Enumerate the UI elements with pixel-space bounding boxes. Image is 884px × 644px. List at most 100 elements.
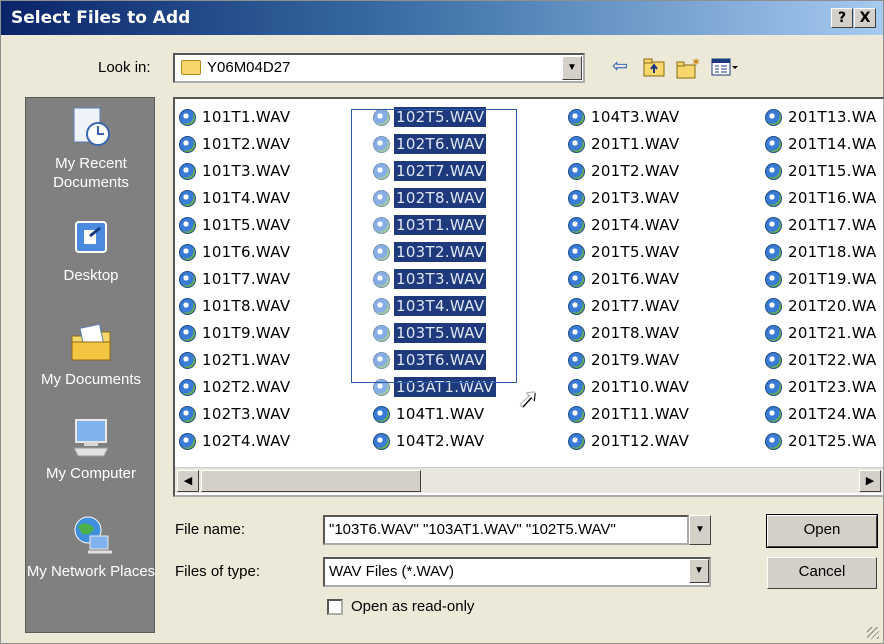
wav-file-icon [373, 271, 390, 288]
up-folder-icon[interactable] [641, 57, 667, 82]
view-menu-icon[interactable] [711, 57, 738, 82]
file-type-dropdown[interactable]: WAV Files (*.WAV) ▼ [323, 557, 711, 587]
place-label-recent: My Recent Documents [53, 155, 129, 191]
wav-file-icon [765, 379, 782, 396]
wav-file-icon [179, 352, 196, 369]
file-name: 201T11.WAV [591, 405, 690, 423]
wav-file-icon [765, 433, 782, 450]
file-name: 201T20.WA [788, 297, 877, 315]
new-folder-icon[interactable]: ✶ [675, 55, 701, 84]
network-places-icon [68, 512, 114, 558]
wav-file-icon [373, 190, 390, 207]
file-name: 201T15.WA [788, 162, 877, 180]
place-my-documents[interactable]: My Documents [26, 320, 156, 389]
wav-file-icon [765, 190, 782, 207]
file-name: 201T12.WAV [591, 432, 690, 450]
file-name: 102T6.WAV [394, 134, 487, 154]
file-name: 103AT1.WAV [394, 377, 496, 397]
place-label-desktop: Desktop [63, 267, 119, 284]
read-only-checkbox[interactable] [327, 599, 343, 615]
place-desktop[interactable]: Desktop [26, 216, 156, 285]
look-in-value: Y06M04D27 [207, 59, 291, 76]
open-button[interactable]: Open [766, 514, 878, 548]
wav-file-icon [568, 433, 585, 450]
wav-file-icon [765, 298, 782, 315]
file-name: 201T16.WA [788, 189, 877, 207]
read-only-label: Open as read-only [351, 598, 475, 615]
file-name: 104T2.WAV [396, 432, 485, 450]
wav-file-icon [179, 217, 196, 234]
wav-file-icon [179, 379, 196, 396]
my-computer-icon [68, 414, 114, 460]
resize-grip-icon[interactable] [867, 627, 879, 639]
wav-file-icon [373, 109, 390, 126]
wav-file-icon [179, 325, 196, 342]
wav-file-icon [373, 244, 390, 261]
wav-file-icon [568, 352, 585, 369]
wav-file-icon [179, 190, 196, 207]
file-name: 201T17.WA [788, 216, 877, 234]
scrollbar-thumb[interactable] [201, 470, 421, 492]
folder-icon [181, 60, 201, 75]
file-name: 201T1.WAV [591, 135, 680, 153]
file-name: 101T3.WAV [202, 162, 291, 180]
file-name: 101T9.WAV [202, 324, 291, 342]
back-arrow-icon[interactable]: ⇦ [607, 57, 633, 77]
wav-file-icon [179, 244, 196, 261]
wav-file-icon [765, 271, 782, 288]
file-name: 104T1.WAV [396, 405, 485, 423]
chevron-down-icon[interactable]: ▼ [562, 56, 582, 80]
wav-file-icon [568, 298, 585, 315]
scroll-right-icon[interactable]: ▶ [859, 470, 881, 492]
file-name-input[interactable]: "103T6.WAV" "103AT1.WAV" "102T5.WAV" [323, 515, 689, 545]
file-name: 201T2.WAV [591, 162, 680, 180]
file-name: 201T13.WA [788, 108, 877, 126]
file-list[interactable]: 101T1.WAV 101T2.WAV 101T3.WAV 101T4.WAV 101T… [173, 97, 884, 497]
file-name: 102T8.WAV [394, 188, 487, 208]
close-button[interactable]: X [854, 8, 876, 28]
cancel-button[interactable]: Cancel [767, 557, 877, 589]
place-network[interactable]: My Network Places [26, 512, 156, 581]
file-name: 103T6.WAV [394, 350, 487, 370]
wav-file-icon [373, 379, 390, 396]
horizontal-scrollbar[interactable]: ◀ ▶ [175, 467, 883, 493]
wav-file-icon [179, 271, 196, 288]
wav-file-icon [568, 271, 585, 288]
help-button[interactable]: ? [831, 8, 853, 28]
look-in-label: Look in: [98, 59, 151, 76]
scroll-left-icon[interactable]: ◀ [177, 470, 199, 492]
file-name: 101T4.WAV [202, 189, 291, 207]
file-name: 201T21.WA [788, 324, 877, 342]
file-dialog-window: Select Files to Add ? X Look in: Y06M04D… [0, 0, 884, 644]
wav-file-icon [765, 109, 782, 126]
wav-file-icon [765, 136, 782, 153]
chevron-down-icon[interactable]: ▼ [689, 559, 709, 583]
wav-file-icon [179, 109, 196, 126]
file-name: 102T3.WAV [202, 405, 291, 423]
mouse-cursor-icon: ➚ [517, 383, 539, 413]
my-documents-icon [68, 320, 114, 366]
file-name: 101T7.WAV [202, 270, 291, 288]
wav-file-icon [373, 163, 390, 180]
place-my-computer[interactable]: My Computer [26, 414, 156, 483]
wav-file-icon [568, 325, 585, 342]
recent-documents-icon [68, 104, 114, 150]
wav-file-icon [373, 433, 390, 450]
file-name-history-arrow[interactable]: ▼ [689, 515, 711, 545]
file-name: 101T8.WAV [202, 297, 291, 315]
wav-file-icon [373, 136, 390, 153]
file-type-value: WAV Files (*.WAV) [329, 563, 454, 580]
wav-file-icon [179, 433, 196, 450]
file-name: 201T18.WA [788, 243, 877, 261]
dialog-title: Select Files to Add [11, 8, 191, 28]
wav-file-icon [568, 163, 585, 180]
wav-file-icon [568, 406, 585, 423]
place-recent[interactable]: My Recent Documents [26, 104, 156, 192]
look-in-dropdown[interactable]: Y06M04D27 ▼ [173, 53, 585, 83]
title-bar[interactable]: Select Files to Add ? X [1, 1, 883, 35]
wav-file-icon [765, 325, 782, 342]
wav-file-icon [373, 217, 390, 234]
file-name: 201T19.WA [788, 270, 877, 288]
wav-file-icon [179, 136, 196, 153]
wav-file-icon [765, 217, 782, 234]
